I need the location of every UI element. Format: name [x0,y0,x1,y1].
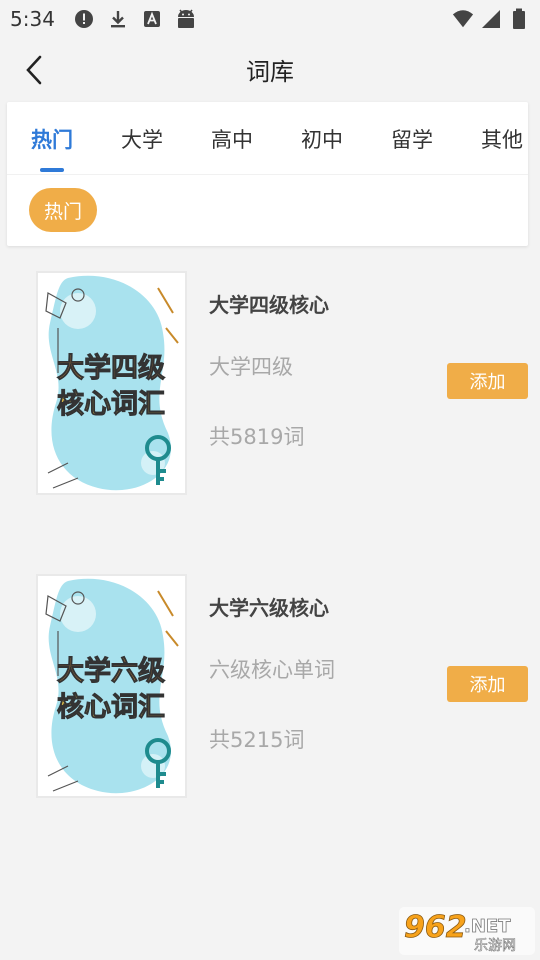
book-item[interactable]: 大学四级 核心词汇 大学四级核心 大学四级 共5819词 添加 [0,271,540,497]
divider [7,174,528,175]
app-bar: 词库 [0,38,540,100]
notification-icons [73,8,197,30]
status-bar: 5:34 [0,0,540,38]
cover-title-line1: 大学六级 [57,655,165,687]
cover-title-line1: 大学四级 [57,352,165,384]
tab-middle-school[interactable]: 初中 [301,124,343,154]
word-count: 共5215词 [209,728,305,752]
watermark-number: 962 [404,910,467,945]
book-title: 大学六级核心 [209,596,329,620]
book-cover: 大学六级 核心词汇 [36,574,187,798]
watermark-caption: 乐游网 [474,938,516,954]
tab-university[interactable]: 大学 [121,124,163,154]
system-icons [452,8,530,30]
signal-icon [480,8,502,30]
book-title: 大学四级核心 [209,293,329,317]
tab-hot[interactable]: 热门 [31,124,73,154]
book-item[interactable]: 大学六级 核心词汇 大学六级核心 六级核心单词 共5215词 添加 [0,574,540,800]
download-icon [107,8,129,30]
a-square-icon [141,8,163,30]
add-button[interactable]: 添加 [447,666,528,702]
tab-high-school[interactable]: 高中 [211,124,253,154]
add-button[interactable]: 添加 [447,363,528,399]
android-icon [175,8,197,30]
status-time: 5:34 [10,7,55,31]
battery-icon [508,8,530,30]
tab-other[interactable]: 其他 [481,124,523,154]
category-tabs: 热门 大学 高中 初中 留学 其他 [7,102,528,174]
wifi-icon [452,8,474,30]
word-count: 共5819词 [209,425,305,449]
cover-title-line2: 核心词汇 [57,691,165,723]
category-card: 热门 大学 高中 初中 留学 其他 热门 [7,102,528,246]
alert-icon [73,8,95,30]
cover-title-line2: 核心词汇 [57,388,165,420]
tab-study-abroad[interactable]: 留学 [391,124,433,154]
watermark-suffix: .NET [464,916,511,937]
book-subtitle: 大学四级 [209,355,293,379]
watermark-logo: 962 .NET 乐游网 [398,906,536,956]
filter-chip-hot[interactable]: 热门 [29,188,98,232]
tab-indicator [40,168,64,172]
page-title: 词库 [246,58,294,86]
book-subtitle: 六级核心单词 [209,658,335,682]
book-cover: 大学四级 核心词汇 [36,271,187,495]
